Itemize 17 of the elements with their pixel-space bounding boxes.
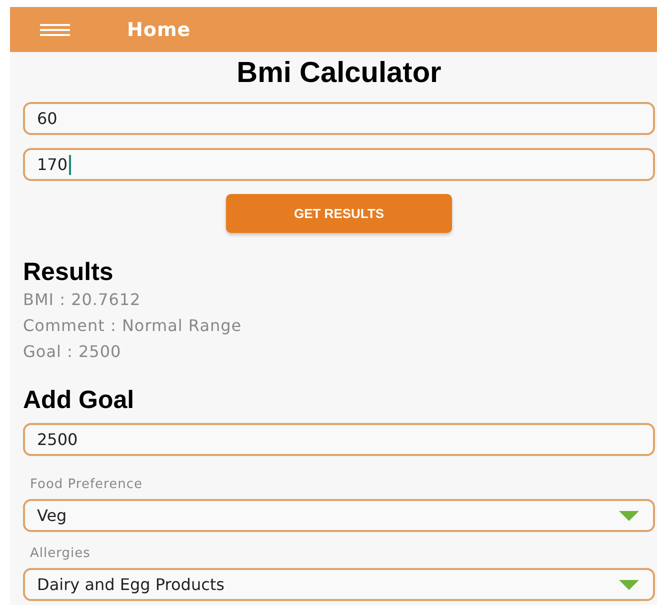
input-field[interactable]: 2500 [23,423,655,456]
app-bar-title: Home [127,18,191,40]
result-text: BMI : 20.7612 [23,289,142,311]
input-field[interactable]: 170 [23,148,655,181]
result-text: Comment : Normal Range [23,315,243,337]
field-label: Food Preference [30,477,142,492]
menu-icon[interactable] [40,24,70,36]
result-text: Goal : 2500 [23,341,122,363]
field-label: Allergies [30,546,90,561]
section-heading: Add Goal [23,385,136,415]
dropdown[interactable]: Dairy and Egg Products [23,568,655,601]
section-heading: Results [23,257,114,287]
input-field[interactable]: 60 [23,102,655,135]
dropdown-arrow-icon [619,580,639,590]
page-title: Bmi Calculator [236,56,442,91]
dropdown-arrow-icon [619,510,639,520]
dropdown[interactable]: Veg [23,499,655,532]
